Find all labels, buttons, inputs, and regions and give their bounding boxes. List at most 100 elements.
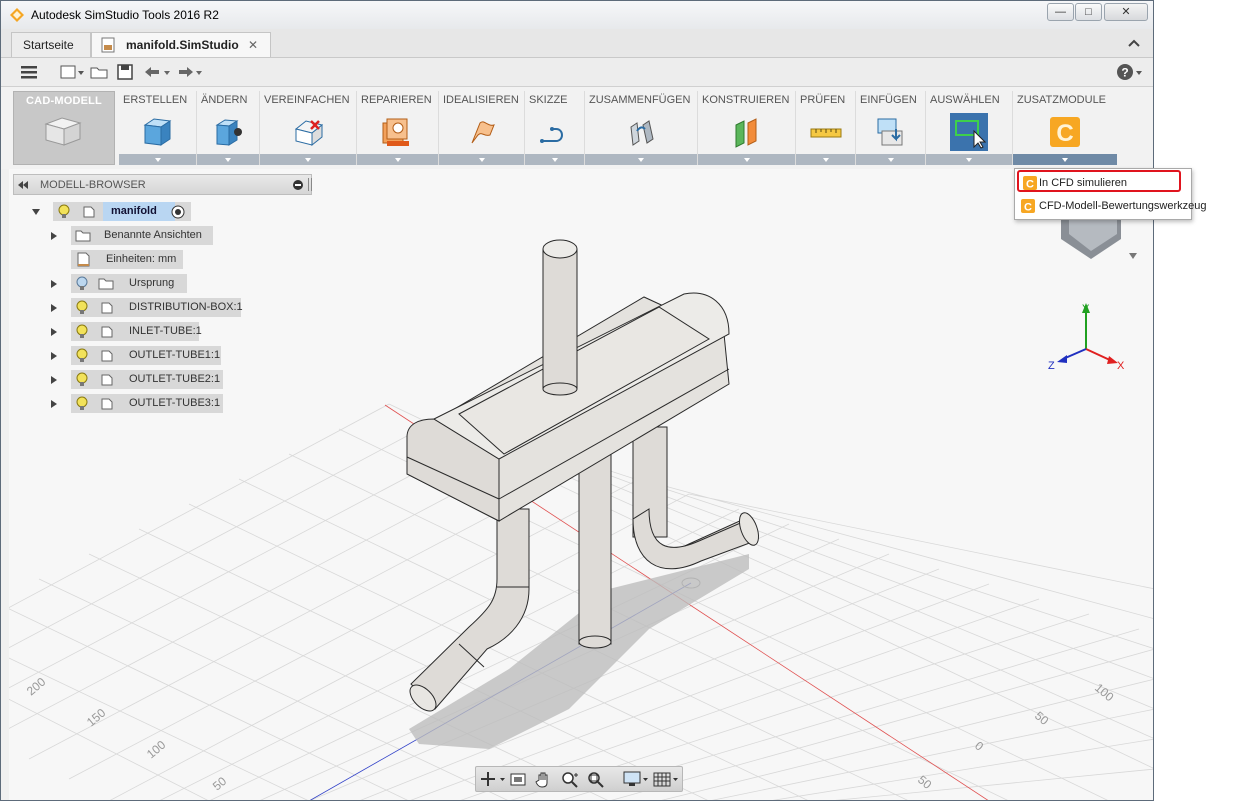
tab-startseite[interactable]: Startseite xyxy=(11,32,91,57)
browser-item-outlet-tube1[interactable]: OUTLET-TUBE1:1 xyxy=(71,346,221,365)
konstruieren-dropdown-arrow[interactable] xyxy=(698,154,795,165)
panel-erstellen[interactable]: ERSTELLEN xyxy=(119,91,197,165)
addin-cfd-icon: C xyxy=(1050,117,1080,147)
panel-aendern[interactable]: ÄNDERN xyxy=(197,91,260,165)
expand-distribution-box-icon[interactable] xyxy=(51,304,57,312)
expand-root-icon[interactable] xyxy=(32,209,40,215)
panel-vereinfachen[interactable]: VEREINFACHEN xyxy=(260,91,357,165)
sketch-icon xyxy=(540,127,563,143)
root-label: manifold xyxy=(103,202,175,221)
browser-item-outlet-tube2[interactable]: OUTLET-TUBE2:1 xyxy=(71,370,223,389)
browser-item-named-views[interactable]: Benannte Ansichten xyxy=(71,226,213,245)
display-settings-icon[interactable] xyxy=(622,770,650,788)
vereinfachen-dropdown-arrow[interactable] xyxy=(260,154,356,165)
visibility-bulb-icon[interactable] xyxy=(75,324,89,339)
panel-konstruieren[interactable]: KONSTRUIEREN xyxy=(698,91,796,165)
menu-item-in-cfd-simulieren[interactable]: C In CFD simulieren xyxy=(1017,170,1181,192)
browser-drag-handle[interactable] xyxy=(308,178,312,191)
browser-item-units[interactable]: Einheiten: mm xyxy=(71,250,183,269)
axis-triad: Y X Z xyxy=(1048,303,1125,372)
browser-item-distribution-box[interactable]: DISTRIBUTION-BOX:1 xyxy=(71,298,243,317)
title-bar: Autodesk SimStudio Tools 2016 R2 — □ ✕ xyxy=(1,1,1153,29)
zoom-icon[interactable] xyxy=(560,770,580,788)
chevron-up-icon[interactable] xyxy=(1127,37,1141,49)
zusatzmodule-dropdown-menu: C In CFD simulieren C CFD-Modell-Bewertu… xyxy=(1014,168,1207,220)
body-icon xyxy=(101,326,113,338)
expand-origin-icon[interactable] xyxy=(51,280,57,288)
simstudio-logo-icon xyxy=(10,8,24,22)
browser-item-outlet-tube3[interactable]: OUTLET-TUBE3:1 xyxy=(71,394,223,413)
visibility-bulb-off-icon[interactable] xyxy=(75,276,89,291)
pruefen-dropdown-arrow[interactable] xyxy=(796,154,855,165)
erstellen-dropdown-arrow[interactable] xyxy=(119,154,196,165)
body-icon xyxy=(101,374,113,386)
insert-icon xyxy=(877,118,903,146)
browser-item-origin[interactable]: Ursprung xyxy=(71,274,187,293)
auswaehlen-dropdown-arrow[interactable] xyxy=(926,154,1012,165)
visibility-bulb-icon[interactable] xyxy=(75,300,89,315)
open-folder-icon[interactable] xyxy=(89,62,109,82)
panel-auswaehlen[interactable]: AUSWÄHLEN xyxy=(926,91,1013,165)
folder-icon xyxy=(75,230,91,242)
panel-idealisieren[interactable]: IDEALISIEREN xyxy=(439,91,525,165)
expand-outlet-tube2-icon[interactable] xyxy=(51,376,57,384)
box-icon xyxy=(143,118,172,146)
redo-icon[interactable] xyxy=(173,62,203,82)
cfd-simulate-icon: C xyxy=(1023,176,1037,190)
expand-inlet-tube-icon[interactable] xyxy=(51,328,57,336)
tab-manifold[interactable]: manifold.SimStudio ✕ xyxy=(91,32,271,57)
visibility-bulb-icon[interactable] xyxy=(57,204,71,219)
svg-text:C: C xyxy=(1056,120,1073,147)
panel-zusammenfuegen[interactable]: ZUSAMMENFÜGEN xyxy=(585,91,698,165)
close-tab-icon[interactable]: ✕ xyxy=(248,33,258,57)
folder-icon xyxy=(98,278,114,290)
minimize-button[interactable]: — xyxy=(1047,3,1074,21)
visibility-bulb-icon[interactable] xyxy=(75,372,89,387)
collapse-browser-icon[interactable] xyxy=(18,180,30,190)
joint-icon xyxy=(630,120,654,146)
aendern-dropdown-arrow[interactable] xyxy=(197,154,259,165)
skizze-dropdown-arrow[interactable] xyxy=(525,154,584,165)
save-icon[interactable] xyxy=(115,62,135,82)
panel-einfuegen[interactable]: EINFÜGEN xyxy=(856,91,926,165)
look-at-icon[interactable] xyxy=(508,770,528,788)
hamburger-menu-icon[interactable] xyxy=(19,62,39,82)
panel-skizze[interactable]: SKIZZE xyxy=(525,91,585,165)
idealisieren-dropdown-arrow[interactable] xyxy=(439,154,524,165)
new-file-icon[interactable] xyxy=(59,62,85,82)
undo-icon[interactable] xyxy=(141,62,171,82)
einfuegen-dropdown-arrow[interactable] xyxy=(856,154,925,165)
panel-reparieren[interactable]: REPARIEREN xyxy=(357,91,439,165)
panel-pruefen[interactable]: PRÜFEN xyxy=(796,91,856,165)
body-icon xyxy=(101,350,113,362)
view-cube-menu-icon[interactable] xyxy=(1129,253,1137,259)
workspace-switcher-button[interactable]: CAD-MODELL xyxy=(13,91,115,165)
expand-named-views-icon[interactable] xyxy=(51,232,57,240)
measure-icon xyxy=(810,128,842,138)
menu-item-cfd-modell-bewertungswerkzeug[interactable]: C CFD-Modell-Bewertungswerkzeug xyxy=(1017,195,1207,217)
help-icon[interactable]: ? xyxy=(1115,62,1145,82)
model-browser-header[interactable]: MODELL-BROWSER xyxy=(13,174,312,195)
pan-hand-icon[interactable] xyxy=(534,770,554,788)
visibility-bulb-icon[interactable] xyxy=(75,396,89,411)
cfd-model-assessment-icon: C xyxy=(1021,199,1035,213)
expand-outlet-tube1-icon[interactable] xyxy=(51,352,57,360)
reparieren-dropdown-arrow[interactable] xyxy=(357,154,438,165)
view-cube[interactable] xyxy=(1061,219,1137,259)
zusatzmodule-dropdown-arrow[interactable] xyxy=(1013,154,1117,165)
grid-settings-icon[interactable] xyxy=(652,770,680,788)
zoom-window-icon[interactable] xyxy=(586,770,606,788)
zusammenfuegen-dropdown-arrow[interactable] xyxy=(585,154,697,165)
close-window-button[interactable]: ✕ xyxy=(1104,3,1148,21)
panel-zusatzmodule[interactable]: ZUSATZMODULE C xyxy=(1013,91,1117,165)
expand-outlet-tube3-icon[interactable] xyxy=(51,400,57,408)
browser-minimize-icon[interactable] xyxy=(292,179,304,191)
activate-radio-icon[interactable] xyxy=(171,205,185,219)
repair-icon xyxy=(382,118,409,146)
browser-root-node[interactable]: manifold xyxy=(53,202,191,221)
browser-item-inlet-tube[interactable]: INLET-TUBE:1 xyxy=(71,322,202,341)
visibility-bulb-icon[interactable] xyxy=(75,348,89,363)
maximize-button[interactable]: □ xyxy=(1075,3,1102,21)
orbit-icon[interactable] xyxy=(478,770,506,788)
manifold-model[interactable] xyxy=(405,239,762,716)
